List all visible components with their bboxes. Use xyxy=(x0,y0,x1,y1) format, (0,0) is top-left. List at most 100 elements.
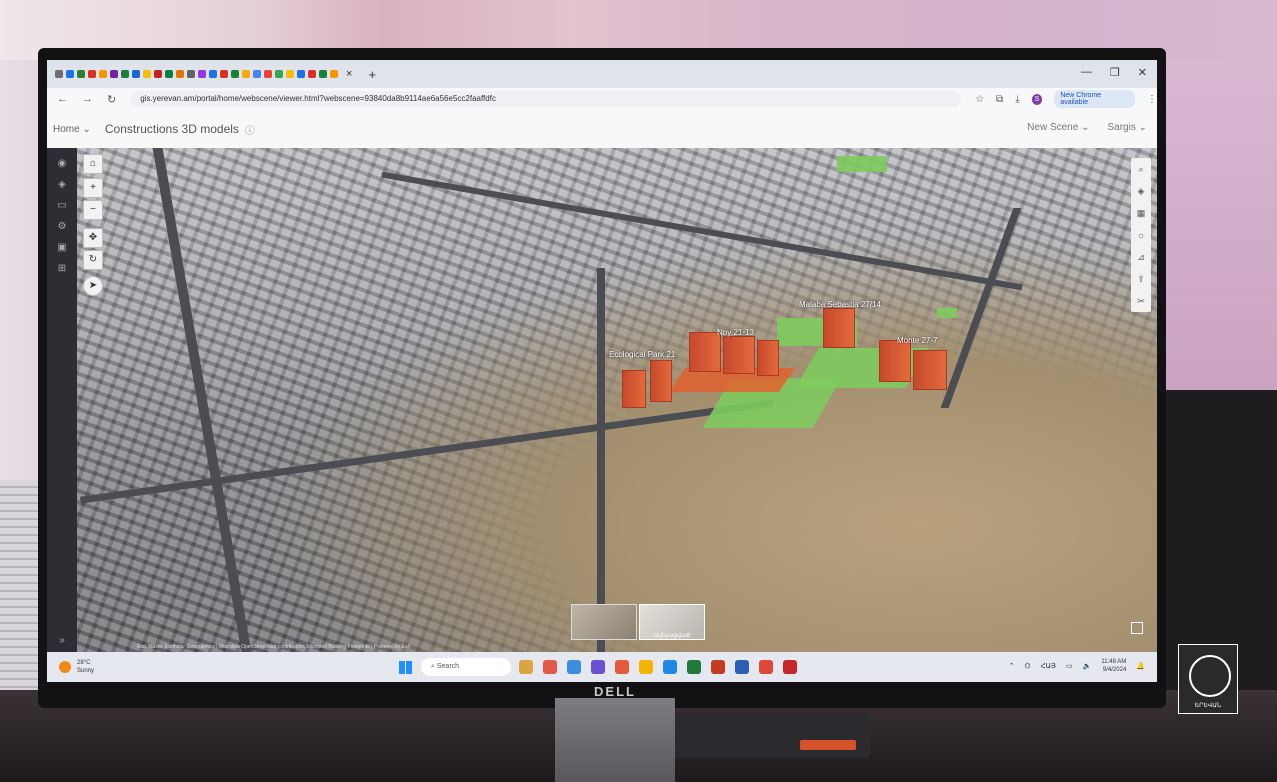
home-view-icon[interactable]: ⌂ xyxy=(83,154,103,174)
taskbar-app-icon[interactable] xyxy=(567,660,581,674)
building-model[interactable] xyxy=(650,360,672,402)
tab-favicon-icon[interactable] xyxy=(198,70,206,78)
tab-favicon-icon[interactable] xyxy=(330,70,338,78)
taskbar-app-icon[interactable] xyxy=(735,660,749,674)
back-icon[interactable]: ← xyxy=(57,93,68,106)
map-scene[interactable]: Malaba Sebastia 27/14 Noy 21-13 Ecologic… xyxy=(77,148,1157,652)
tab-favicon-icon[interactable] xyxy=(88,70,96,78)
tab-favicon-icon[interactable] xyxy=(121,70,129,78)
weather-widget[interactable]: 28°C Sunny xyxy=(59,659,94,675)
building-model[interactable] xyxy=(879,340,911,382)
tab-favicon-icon[interactable] xyxy=(209,70,217,78)
taskbar-app-icon[interactable] xyxy=(711,660,725,674)
building-model[interactable] xyxy=(622,370,646,408)
download-icon[interactable]: ⤓ xyxy=(1015,94,1019,105)
reload-icon[interactable]: ↻ xyxy=(107,93,116,106)
tab-favicon-icon[interactable] xyxy=(242,70,250,78)
volume-icon[interactable]: 🔈 xyxy=(1083,662,1092,670)
tab-favicon-icon[interactable] xyxy=(231,70,239,78)
save-icon[interactable]: ▣ xyxy=(47,242,77,253)
maximize-button[interactable]: ❐ xyxy=(1110,66,1120,79)
layer-list-icon[interactable]: ◈ xyxy=(1131,180,1151,202)
clock[interactable]: 11:48 AM 9/4/2024 xyxy=(1101,658,1126,674)
stack-icon[interactable]: ◈ xyxy=(47,179,77,190)
slice-icon[interactable]: ✂ xyxy=(1131,290,1151,312)
zoom-in-icon[interactable]: + xyxy=(83,178,103,198)
tray-chevron-icon[interactable]: ⌃ xyxy=(1009,662,1015,670)
slide-thumbnail[interactable] xyxy=(571,604,637,640)
building-model[interactable] xyxy=(757,340,779,376)
tab-icons[interactable] xyxy=(47,70,338,78)
measure-icon[interactable]: ⊿ xyxy=(1131,246,1151,268)
tab-favicon-icon[interactable] xyxy=(77,70,85,78)
profile-avatar[interactable]: S xyxy=(1031,93,1043,105)
tab-favicon-icon[interactable] xyxy=(253,70,261,78)
tab-favicon-icon[interactable] xyxy=(286,70,294,78)
close-window-button[interactable]: ✕ xyxy=(1138,66,1147,79)
minimize-button[interactable]: — xyxy=(1081,66,1092,79)
language-indicator[interactable]: ՀԱՅ xyxy=(1041,662,1056,670)
url-field[interactable]: gis.yerevan.am/portal/home/webscene/view… xyxy=(130,91,962,107)
tab-favicon-icon[interactable] xyxy=(176,70,184,78)
tab-favicon-icon[interactable] xyxy=(110,70,118,78)
search-icon[interactable]: ⌕ xyxy=(1131,158,1151,180)
tab-favicon-icon[interactable] xyxy=(319,70,327,78)
layers-icon[interactable]: ◉ xyxy=(47,158,77,169)
taskbar-app-icon[interactable] xyxy=(639,660,653,674)
taskbar-app-icon[interactable] xyxy=(519,660,533,674)
apps-icon[interactable]: ⊞ xyxy=(47,263,77,274)
new-tab-button[interactable]: + xyxy=(368,67,376,82)
basemap-gallery-icon[interactable]: ▦ xyxy=(1131,202,1151,224)
taskbar-app-icon[interactable] xyxy=(687,660,701,674)
tab-favicon-icon[interactable] xyxy=(165,70,173,78)
forward-icon[interactable]: → xyxy=(82,93,93,106)
new-scene-menu[interactable]: New Scene ⌄ xyxy=(1027,122,1089,133)
extensions-icon[interactable]: ⧉ xyxy=(996,94,1003,105)
tab-favicon-icon[interactable] xyxy=(297,70,305,78)
compass-icon[interactable]: ➤ xyxy=(83,276,103,296)
tab-favicon-icon[interactable] xyxy=(308,70,316,78)
taskbar-app-icon[interactable] xyxy=(783,660,797,674)
tab-favicon-icon[interactable] xyxy=(220,70,228,78)
taskbar-app-icon[interactable] xyxy=(591,660,605,674)
tab-favicon-icon[interactable] xyxy=(154,70,162,78)
home-menu[interactable]: Home ⌄ xyxy=(53,124,91,135)
new-chrome-available-button[interactable]: New Chrome available xyxy=(1054,90,1135,108)
tab-favicon-icon[interactable] xyxy=(143,70,151,78)
settings-icon[interactable]: ⚙ xyxy=(47,221,77,232)
notifications-icon[interactable]: 🔔 xyxy=(1136,662,1145,670)
display-icon[interactable]: ▭ xyxy=(1066,662,1073,670)
tab-close-button[interactable]: × xyxy=(346,68,352,80)
chrome-menu-icon[interactable]: ⋮ xyxy=(1147,94,1157,105)
slide-thumbnail-active[interactable]: Ավելացված xyxy=(639,604,705,640)
building-model[interactable] xyxy=(823,308,855,348)
tab-favicon-icon[interactable] xyxy=(99,70,107,78)
user-menu[interactable]: Sargis ⌄ xyxy=(1107,122,1147,133)
zoom-out-icon[interactable]: − xyxy=(83,200,103,220)
building-model[interactable] xyxy=(913,350,947,390)
tab-favicon-icon[interactable] xyxy=(66,70,74,78)
presentation-icon[interactable]: ▭ xyxy=(47,200,77,211)
taskbar-app-icon[interactable] xyxy=(759,660,773,674)
rotate-icon[interactable]: ↻ xyxy=(83,250,103,270)
tab-favicon-icon[interactable] xyxy=(187,70,195,78)
tab-favicon-icon[interactable] xyxy=(55,70,63,78)
share-icon[interactable]: ⇪ xyxy=(1131,268,1151,290)
windows-start-icon[interactable] xyxy=(399,661,412,674)
taskbar-app-icon[interactable] xyxy=(543,660,557,674)
tab-favicon-icon[interactable] xyxy=(275,70,283,78)
expand-icon[interactable]: » xyxy=(47,635,77,646)
taskbar-search[interactable]: ⌕ Search xyxy=(421,658,511,676)
building-model[interactable] xyxy=(689,332,721,372)
pan-icon[interactable]: ✥ xyxy=(83,228,103,248)
daylight-icon[interactable]: ☼ xyxy=(1131,224,1151,246)
tab-favicon-icon[interactable] xyxy=(264,70,272,78)
info-icon[interactable]: ⓘ xyxy=(245,122,255,137)
fullscreen-icon[interactable] xyxy=(1131,622,1143,634)
taskbar-app-icon[interactable] xyxy=(615,660,629,674)
bookmark-star-icon[interactable]: ☆ xyxy=(975,94,984,105)
network-icon[interactable]: ⌬ xyxy=(1024,662,1030,670)
building-model[interactable] xyxy=(723,336,755,374)
taskbar-app-icon[interactable] xyxy=(663,660,677,674)
tab-favicon-icon[interactable] xyxy=(132,70,140,78)
